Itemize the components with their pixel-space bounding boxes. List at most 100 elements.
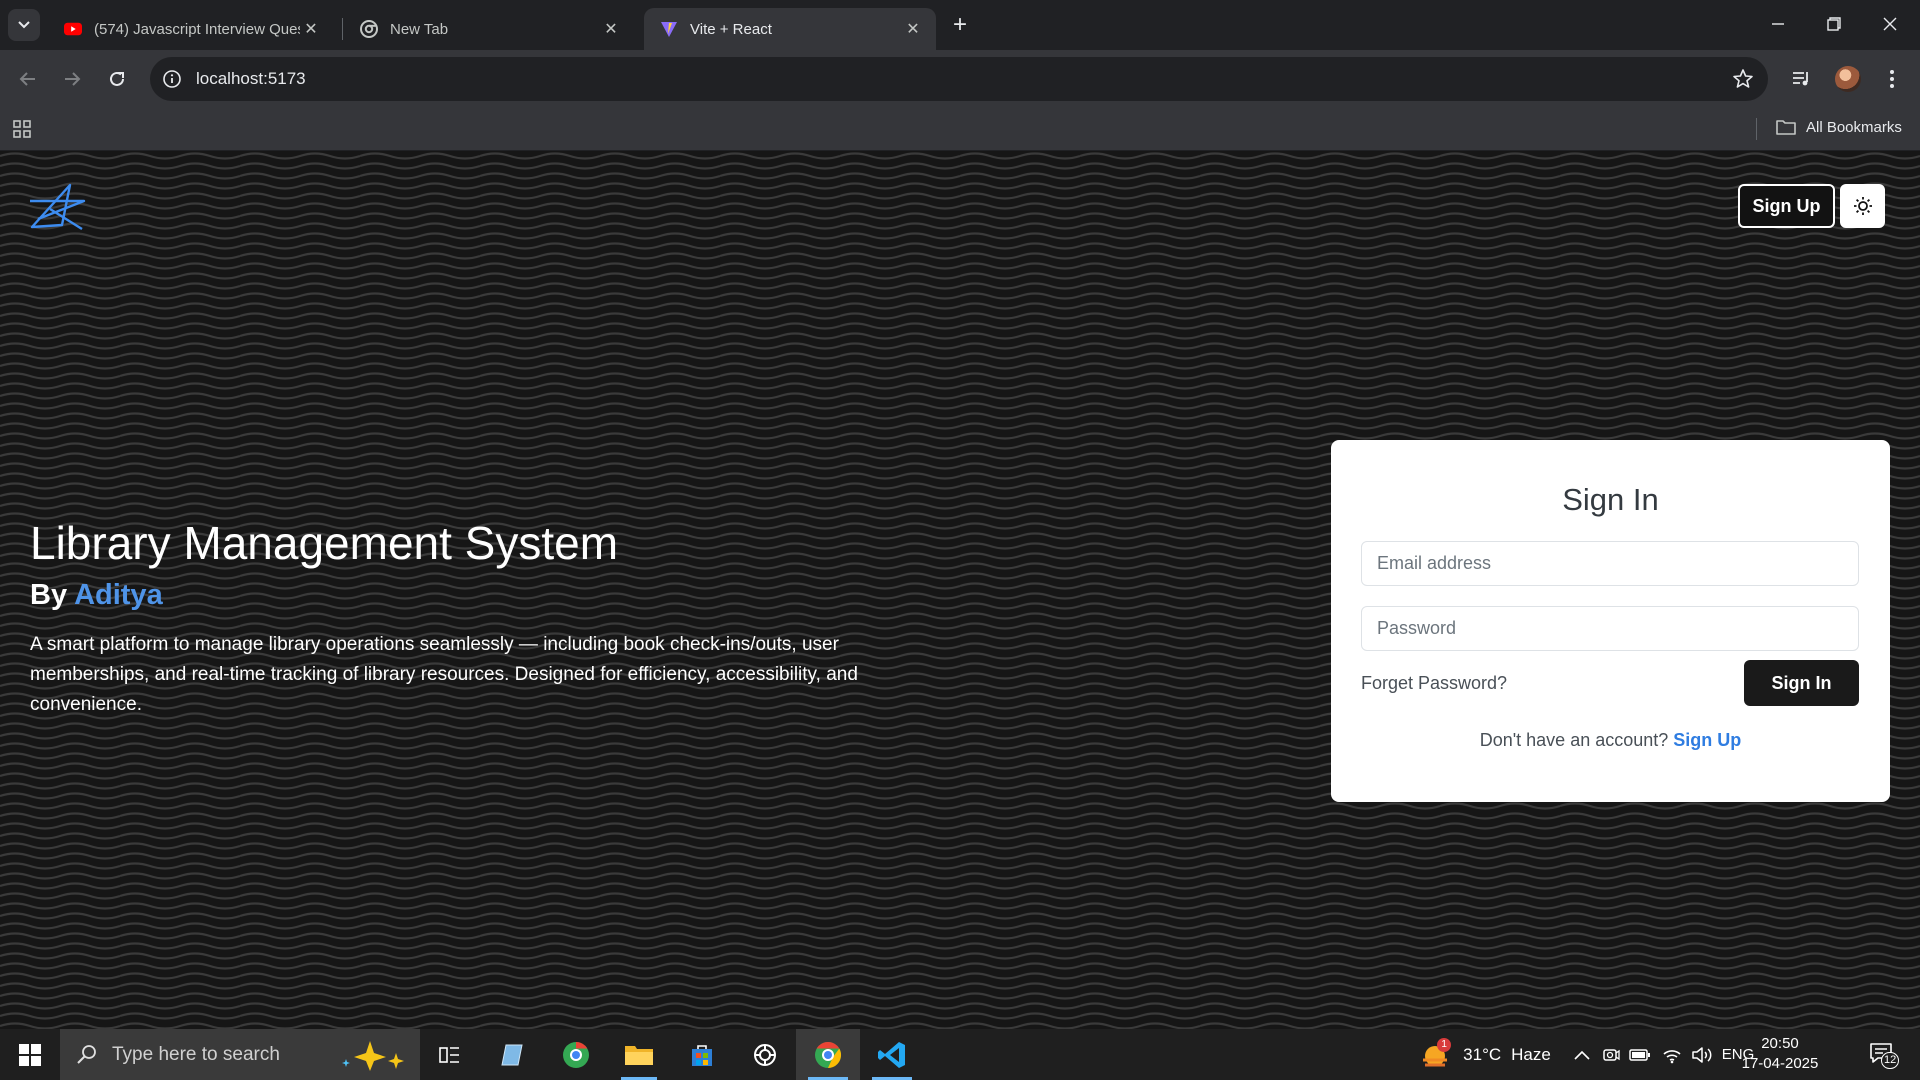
taskbar-search-box[interactable]: Type here to search [60,1029,420,1080]
tab-youtube[interactable]: (574) Javascript Interview Quest ✕ [48,8,334,50]
chrome-icon [563,1041,589,1068]
task-view-icon [439,1046,459,1063]
tab-title: Vite + React [690,20,772,38]
taskbar-app-vscode[interactable] [860,1029,924,1080]
back-button[interactable] [12,63,44,95]
weather-condition: Haze [1511,1044,1551,1064]
playlist-icon [1793,72,1808,86]
chrome-icon [815,1041,842,1068]
show-hidden-icons-button[interactable] [1568,1029,1596,1080]
weather-widget[interactable]: 1 31°C Haze [1410,1029,1560,1080]
restore-button[interactable] [1806,0,1862,48]
tab-title: (574) Javascript Interview Quest [94,20,300,38]
address-bar[interactable]: localhost:5173 [150,57,1768,101]
signin-button[interactable]: Sign In [1744,660,1859,706]
new-tab-button[interactable]: + [946,11,974,39]
battery-tray-button[interactable] [1626,1029,1654,1080]
wifi-icon [1663,1049,1681,1063]
sun-icon [1853,197,1872,215]
signup-link[interactable]: Sign Up [1673,730,1741,750]
taskbar-app-chatgpt[interactable] [735,1029,795,1080]
author-name: Aditya [74,579,163,612]
more-vertical-icon [1890,70,1894,88]
browser-tabstrip: (574) Javascript Interview Quest ✕ New T… [0,0,1920,50]
reload-icon [110,71,124,86]
tab-new-tab[interactable]: New Tab ✕ [344,8,634,50]
taskbar-app-chrome[interactable] [796,1029,860,1080]
folder-icon [625,1045,653,1065]
windows-logo-icon [19,1043,41,1066]
task-view-button[interactable] [420,1029,480,1080]
notification-center-button[interactable]: 12 [1858,1029,1908,1080]
notification-icon: 12 [1869,1042,1900,1069]
password-field[interactable] [1361,606,1859,651]
theme-toggle-button[interactable] [1840,184,1885,228]
notepad-icon [501,1044,523,1065]
close-window-button[interactable] [1862,0,1918,48]
minimize-button[interactable] [1750,0,1806,48]
battery-icon [1629,1048,1650,1061]
hero-byline: By Aditya [30,579,930,612]
media-control-button[interactable] [1786,63,1818,95]
volume-icon [1692,1046,1712,1063]
signup-prompt-text: Don't have an account? [1479,730,1669,750]
weather-icon: 1 [1419,1037,1453,1070]
chevron-up-icon [1574,1050,1590,1060]
taskbar-clock[interactable]: 20:50 17-04-2025 [1740,1034,1820,1074]
all-bookmarks-button[interactable]: All Bookmarks [1776,118,1902,136]
copilot-sparkle-icon [342,1040,404,1071]
minimize-icon [1772,23,1784,25]
byline-prefix: By [30,579,68,612]
taskbar-app-notes[interactable] [483,1029,543,1080]
bookmark-star-icon[interactable] [1732,68,1754,95]
taskbar-app-edge[interactable] [546,1029,606,1080]
forward-button[interactable] [56,63,88,95]
signin-title: Sign In [1562,482,1659,517]
folder-icon [1776,120,1796,135]
camera-tray-button[interactable] [1598,1029,1624,1080]
chrome-icon [360,20,378,38]
signin-card: Sign In Forget Password? Sign In Don't h… [1331,440,1890,802]
notification-count: 12 [1881,1051,1900,1069]
menu-button[interactable] [1876,63,1908,95]
hero-section: Library Management System By Aditya A sm… [30,516,930,720]
close-icon[interactable]: ✕ [300,18,322,40]
close-icon [1883,17,1897,31]
volume-tray-button[interactable] [1688,1029,1716,1080]
forget-password-link[interactable]: Forget Password? [1361,673,1507,694]
openai-icon [754,1043,776,1066]
profile-button[interactable] [1832,63,1864,95]
tab-search-button[interactable] [8,9,40,41]
browser-toolbar: localhost:5173 [0,50,1920,108]
camera-icon [1603,1048,1620,1061]
taskbar-app-store[interactable] [672,1029,732,1080]
bookmarks-bar: All Bookmarks [0,108,1920,151]
taskbar-search-placeholder: Type here to search [112,1043,280,1065]
signup-prompt: Don't have an account? Sign Up [1331,730,1890,751]
reload-button[interactable] [101,63,133,95]
vscode-icon [878,1041,905,1068]
taskbar-app-file-explorer[interactable] [609,1029,669,1080]
start-button[interactable] [0,1029,60,1080]
all-bookmarks-label: All Bookmarks [1806,118,1902,136]
close-icon[interactable]: ✕ [600,18,622,40]
app-page: Sign Up Library Management System By Adi… [0,151,1920,1029]
weather-temp: 31°C [1463,1044,1502,1064]
clock-time: 20:50 [1761,1035,1799,1052]
tab-title: New Tab [390,20,449,38]
url-text: localhost:5173 [196,69,306,88]
email-field[interactable] [1361,541,1859,586]
apps-grid-icon[interactable] [12,118,34,145]
vite-icon [660,20,678,38]
tab-vite-react[interactable]: Vite + React ✕ [644,8,936,50]
arrow-right-icon [65,72,81,86]
chevron-down-icon [18,21,30,29]
app-logo-icon[interactable] [28,179,86,231]
tab-divider [342,18,343,40]
header-signup-button[interactable]: Sign Up [1738,184,1835,228]
close-icon[interactable]: ✕ [902,18,924,40]
arrow-left-icon [19,72,35,86]
site-info-icon[interactable] [162,69,182,94]
clock-date: 17-04-2025 [1741,1055,1819,1072]
network-tray-button[interactable] [1658,1029,1686,1080]
